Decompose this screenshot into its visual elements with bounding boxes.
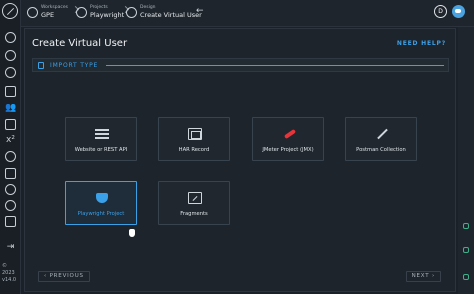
- variables-icon[interactable]: x²: [5, 135, 16, 146]
- avatar[interactable]: D: [434, 5, 447, 18]
- page-title: Create Virtual User: [32, 38, 128, 49]
- postman-pen-icon: [375, 128, 389, 140]
- tests-icon[interactable]: [5, 119, 16, 130]
- chat-icon[interactable]: [452, 5, 465, 18]
- previous-label: PREVIOUS: [49, 273, 84, 279]
- collapse-icon[interactable]: ⇥: [5, 242, 16, 253]
- need-help-link[interactable]: NEED HELP?: [397, 40, 446, 47]
- previous-button[interactable]: ‹ PREVIOUS: [38, 271, 90, 282]
- project-icon: [76, 7, 87, 18]
- app-window: 👥 x² ⇥ © 2023 v14.0 Workspaces GPE Proje…: [0, 0, 474, 294]
- card-fragments[interactable]: Fragments: [158, 181, 230, 225]
- compass-icon[interactable]: [5, 50, 16, 61]
- card-postman-collection[interactable]: Postman Collection: [345, 117, 417, 161]
- workspace-icon: [27, 7, 38, 18]
- card-label: HAR Record: [178, 147, 210, 153]
- side-tool-icon[interactable]: [463, 274, 469, 280]
- links-icon[interactable]: [5, 151, 16, 162]
- step-label: IMPORT TYPE: [50, 62, 99, 69]
- config-icon[interactable]: [5, 200, 16, 211]
- mouse-cursor-icon: [129, 229, 135, 237]
- list-icon: [95, 128, 109, 140]
- jmeter-feather-icon: [282, 128, 296, 140]
- logo-icon[interactable]: [2, 3, 18, 19]
- side-tool-icon[interactable]: [463, 247, 469, 253]
- breadcrumb-caption: Projects: [90, 5, 108, 10]
- side-tool-icon[interactable]: [463, 223, 469, 229]
- card-label: JMeter Project (JMX): [262, 147, 314, 153]
- left-sidebar: 👥 x² ⇥ © 2023 v14.0: [0, 0, 21, 294]
- card-label: Website or REST API: [74, 147, 128, 153]
- card-website-rest-api[interactable]: Website or REST API: [65, 117, 137, 161]
- breadcrumb-value: Playwright: [90, 11, 125, 19]
- card-har-record[interactable]: HAR Record: [158, 117, 230, 161]
- fragments-arrow-icon: [188, 192, 202, 204]
- integrations-icon[interactable]: [5, 184, 16, 195]
- back-arrow-icon[interactable]: ←: [196, 6, 204, 16]
- loop-icon[interactable]: [5, 67, 16, 78]
- right-sidebar: [458, 27, 474, 294]
- grid-icon[interactable]: [5, 216, 16, 227]
- card-playwright-project[interactable]: Playwright Project: [65, 181, 137, 225]
- create-virtual-user-panel: Create Virtual User NEED HELP? IMPORT TY…: [24, 28, 456, 292]
- breadcrumb-value: Create Virtual User: [140, 11, 202, 19]
- step-progress-line: [106, 65, 444, 66]
- import-type-step[interactable]: IMPORT TYPE: [32, 58, 449, 72]
- card-label: Fragments: [180, 211, 208, 217]
- card-label: Playwright Project: [77, 211, 125, 217]
- home-icon[interactable]: [5, 32, 16, 43]
- breadcrumb-caption: Workspaces: [41, 5, 68, 10]
- breadcrumb-value: GPE: [41, 11, 55, 19]
- next-button[interactable]: NEXT ›: [405, 271, 441, 282]
- playwright-masks-icon: [95, 192, 109, 204]
- users-icon[interactable]: 👥: [5, 103, 16, 114]
- card-jmeter-project[interactable]: JMeter Project (JMX): [252, 117, 324, 161]
- card-label: Postman Collection: [356, 147, 406, 153]
- monitor-icon[interactable]: [5, 168, 16, 179]
- breadcrumb-caption: Design: [140, 5, 156, 10]
- next-label: NEXT: [411, 273, 430, 279]
- document-icon: [38, 62, 44, 69]
- har-window-icon: [188, 128, 202, 140]
- top-header: Workspaces GPE Projects Playwright Desig…: [21, 0, 474, 27]
- version-label: v14.0: [2, 277, 17, 283]
- copyright-year: © 2023: [2, 263, 15, 276]
- copyright-text: © 2023 v14.0: [2, 263, 20, 284]
- design-icon: [126, 7, 137, 18]
- scenario-icon[interactable]: [5, 86, 16, 97]
